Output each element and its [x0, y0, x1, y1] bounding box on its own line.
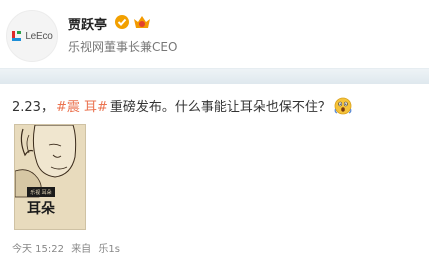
- post-text: 2.23， #震 耳# 重磅发布。什么事能让耳朵也保不住？: [12, 96, 352, 115]
- via-label: 来自: [71, 244, 92, 255]
- vip-crown-icon[interactable]: [133, 14, 151, 30]
- poster-title: 耳朵: [27, 201, 56, 217]
- profile-header: LeEco 贾跃亭 乐视网董事长兼CEO: [0, 0, 429, 68]
- section-divider: [0, 68, 429, 84]
- post-meta: 今天 15:22 来自 乐1s: [12, 240, 124, 255]
- verified-icon: [115, 15, 129, 29]
- username[interactable]: 贾跃亭: [68, 14, 107, 33]
- poster-top-caption: 乐视 耳朵: [30, 189, 51, 196]
- user-description: 乐视网董事长兼CEO: [68, 40, 178, 54]
- post-time[interactable]: 今天 15:22: [12, 244, 64, 255]
- post-image[interactable]: 乐视 耳朵 耳朵: [14, 124, 86, 230]
- leeco-icon: [12, 31, 22, 41]
- post-source[interactable]: 乐1s: [98, 244, 120, 255]
- hashtag-link[interactable]: #震 耳#: [56, 96, 108, 115]
- poster-illustration: 乐视 耳朵 耳朵: [15, 125, 85, 229]
- logo-text: LeEco: [25, 30, 53, 42]
- leeco-logo: LeEco: [6, 24, 58, 48]
- shocked-face-emoji-icon: [334, 97, 352, 114]
- post-body: 重磅发布。什么事能让耳朵也保不住？: [109, 100, 331, 115]
- post-date-prefix: 2.23，: [12, 100, 54, 115]
